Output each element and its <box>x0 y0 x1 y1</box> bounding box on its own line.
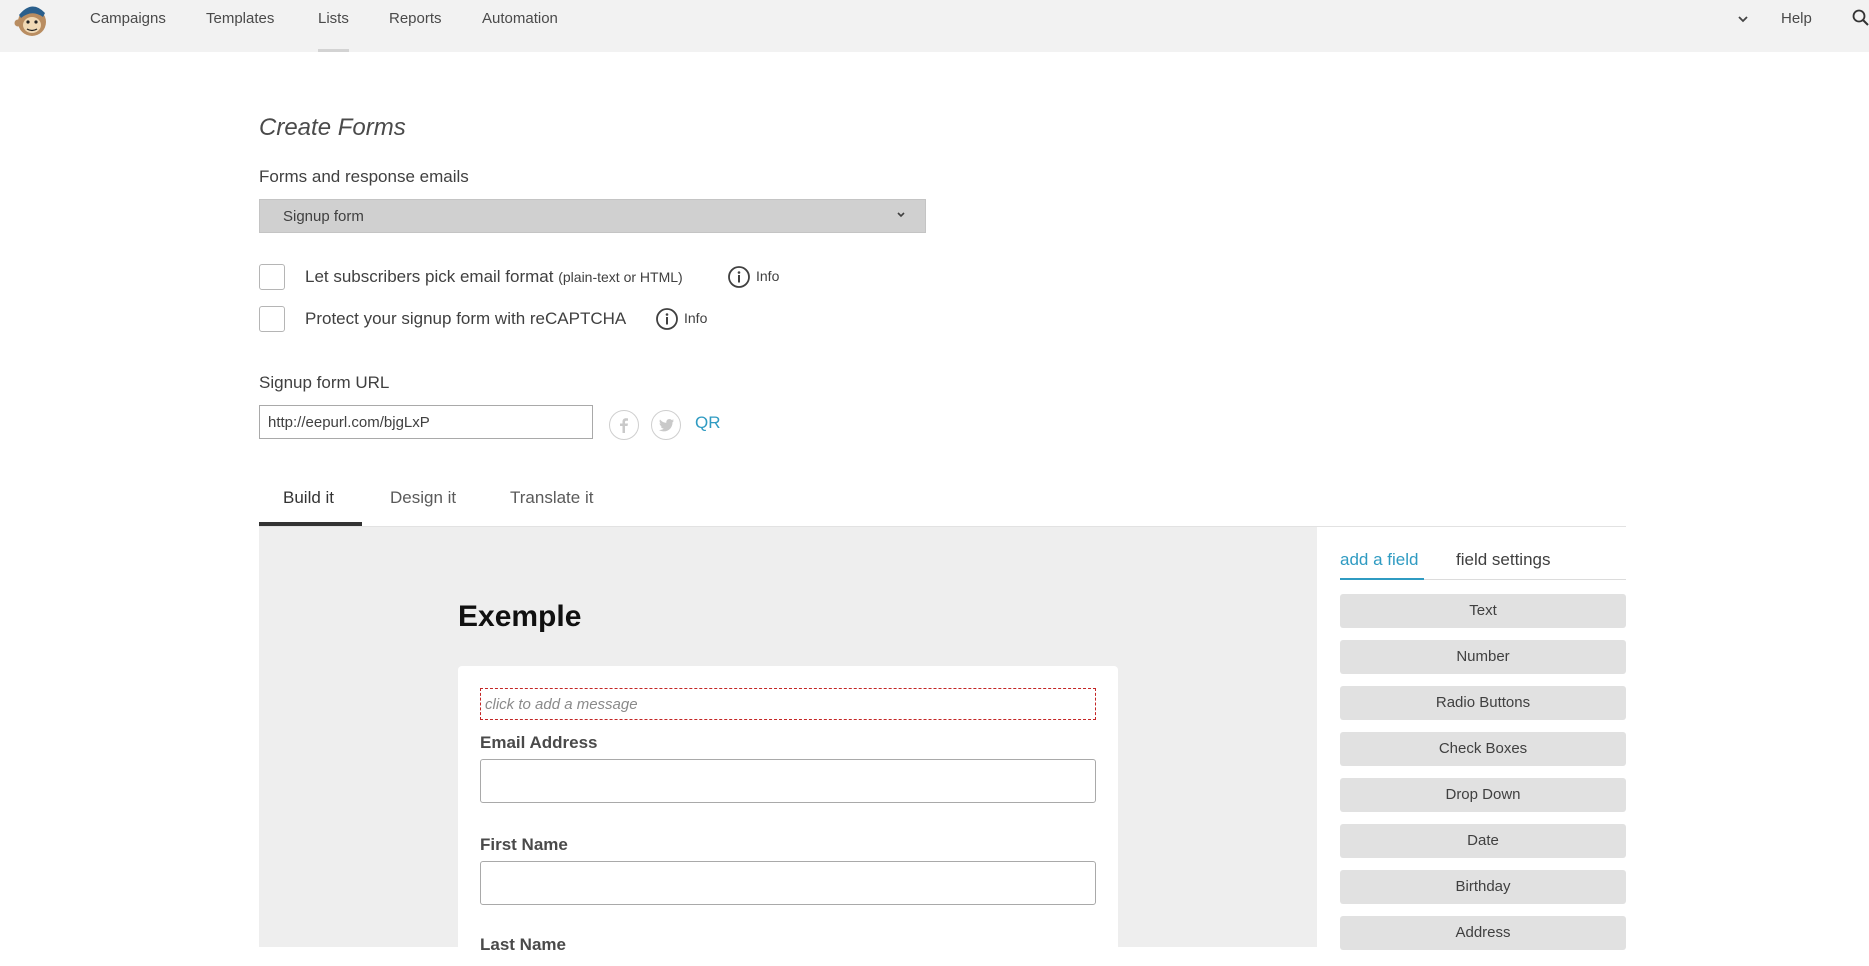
form-type-selected-value: Signup form <box>283 208 364 225</box>
email-format-checkbox[interactable] <box>259 264 285 290</box>
add-drop-down-field-button[interactable]: Drop Down <box>1340 778 1626 812</box>
info-label: Info <box>684 310 708 326</box>
twitter-share-button[interactable] <box>651 410 681 440</box>
form-type-select[interactable]: Signup form <box>259 199 926 233</box>
tab-design-it[interactable]: Design it <box>390 488 456 508</box>
info-icon <box>656 308 678 330</box>
add-date-field-button[interactable]: Date <box>1340 824 1626 858</box>
qr-code-link[interactable]: QR <box>695 413 721 433</box>
nav-help[interactable]: Help <box>1781 0 1812 38</box>
recaptcha-checkbox[interactable] <box>259 306 285 332</box>
facebook-share-button[interactable] <box>609 410 639 440</box>
top-navigation: Campaigns Templates Lists Reports Automa… <box>0 0 1869 52</box>
add-radio-buttons-field-button[interactable]: Radio Buttons <box>1340 686 1626 720</box>
add-check-boxes-field-button[interactable]: Check Boxes <box>1340 732 1626 766</box>
page-title: Create Forms <box>259 114 406 141</box>
email-address-field[interactable] <box>480 759 1096 803</box>
active-tab-indicator <box>259 522 362 526</box>
nav-lists[interactable]: Lists <box>318 0 349 52</box>
tab-add-a-field[interactable]: add a field <box>1340 550 1418 570</box>
info-label: Info <box>756 268 780 284</box>
signup-url-input[interactable] <box>259 405 593 439</box>
email-format-option: Let subscribers pick email format (plain… <box>259 264 859 292</box>
nav-automation[interactable]: Automation <box>482 0 558 52</box>
tab-build-it[interactable]: Build it <box>283 488 334 508</box>
chevron-down-icon <box>897 212 905 218</box>
email-format-label: Let subscribers pick email format <box>305 267 554 286</box>
facebook-icon <box>620 418 628 433</box>
last-name-label[interactable]: Last Name <box>480 935 566 955</box>
right-panel-active-tab-indicator <box>1340 578 1424 580</box>
add-text-field-button[interactable]: Text <box>1340 594 1626 628</box>
mailchimp-logo-icon[interactable] <box>13 1 51 39</box>
first-name-field[interactable] <box>480 861 1096 905</box>
add-birthday-field-button[interactable]: Birthday <box>1340 870 1626 904</box>
twitter-icon <box>659 419 674 432</box>
nav-campaigns[interactable]: Campaigns <box>90 0 166 52</box>
info-icon <box>728 266 750 288</box>
recaptcha-option: Protect your signup form with reCAPTCHA … <box>259 306 859 334</box>
signup-url-label: Signup form URL <box>259 373 390 392</box>
message-placeholder: click to add a message <box>485 696 638 713</box>
nav-templates[interactable]: Templates <box>206 0 274 52</box>
form-title[interactable]: Exemple <box>458 600 581 634</box>
add-number-field-button[interactable]: Number <box>1340 640 1626 674</box>
search-icon[interactable] <box>1852 9 1869 27</box>
account-dropdown-chevron-icon[interactable] <box>1737 13 1749 25</box>
tab-translate-it[interactable]: Translate it <box>510 488 593 508</box>
recaptcha-label: Protect your signup form with reCAPTCHA <box>305 309 627 328</box>
nav-reports[interactable]: Reports <box>389 0 442 52</box>
tab-field-settings[interactable]: field settings <box>1456 550 1551 570</box>
add-message-area[interactable]: click to add a message <box>480 688 1096 720</box>
forms-section-label: Forms and response emails <box>259 167 469 186</box>
email-address-label[interactable]: Email Address <box>480 733 597 753</box>
first-name-label[interactable]: First Name <box>480 835 568 855</box>
email-format-note: (plain-text or HTML) <box>558 269 683 285</box>
add-address-field-button[interactable]: Address <box>1340 916 1626 950</box>
email-format-label-group: Let subscribers pick email format (plain… <box>305 267 683 287</box>
